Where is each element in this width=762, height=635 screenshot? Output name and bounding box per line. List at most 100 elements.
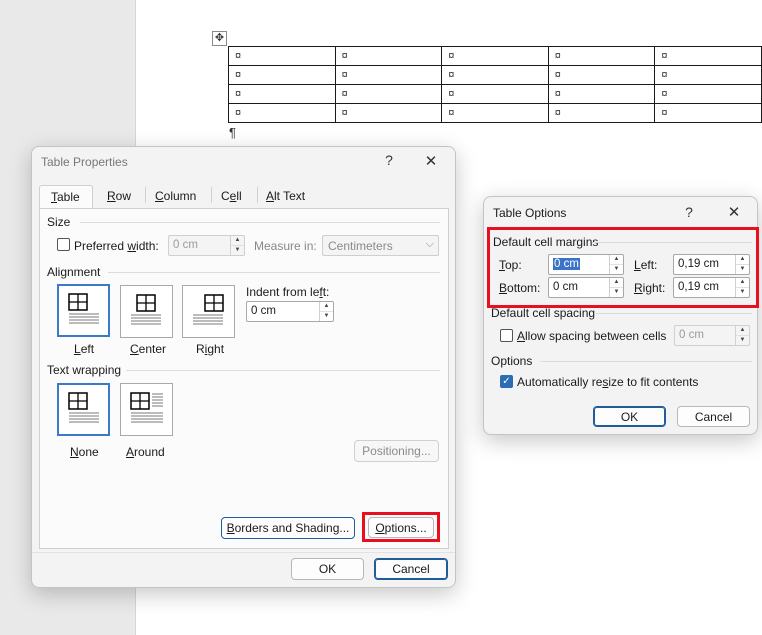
default-cell-spacing-label: Default cell spacing bbox=[491, 306, 596, 320]
top-margin-value: 0 cm bbox=[553, 258, 580, 270]
paragraph-mark: ¶ bbox=[229, 125, 236, 140]
table-cell[interactable]: ¤ bbox=[334, 46, 443, 66]
table-cell[interactable]: ¤ bbox=[547, 103, 656, 123]
table-cell[interactable]: ¤ bbox=[441, 103, 549, 123]
align-right-option[interactable] bbox=[182, 285, 235, 338]
table-move-handle-icon[interactable]: ✥ bbox=[212, 31, 227, 46]
spin-down-icon[interactable]: ▼ bbox=[736, 288, 749, 298]
ok-button[interactable]: OK bbox=[291, 558, 364, 580]
spin-down-icon[interactable]: ▼ bbox=[610, 288, 623, 298]
wrap-none-option[interactable] bbox=[57, 383, 110, 436]
measure-in-select[interactable]: Centimeters ⌵ bbox=[322, 235, 439, 256]
bottom-label: Bottom: bbox=[499, 281, 541, 295]
borders-and-shading-button[interactable]: Borders and Shading... bbox=[221, 517, 355, 539]
cancel-button[interactable]: Cancel bbox=[374, 558, 448, 580]
spin-up-icon[interactable]: ▲ bbox=[610, 278, 623, 288]
options-section-label: Options bbox=[491, 354, 533, 368]
tab-divider bbox=[145, 187, 146, 203]
spacing-value: 0 cm bbox=[679, 329, 704, 341]
spin-down-icon[interactable]: ▼ bbox=[736, 265, 749, 275]
tab-column[interactable]: Column bbox=[155, 189, 196, 203]
tab-divider bbox=[257, 187, 258, 203]
table-cell[interactable]: ¤ bbox=[654, 46, 762, 66]
spin-down-icon[interactable]: ▼ bbox=[320, 312, 333, 322]
align-left-option[interactable] bbox=[57, 284, 110, 337]
auto-resize-checkbox[interactable]: ✓ bbox=[500, 375, 513, 388]
table-options-dialog: Table Options ? ✕ Default cell margins T… bbox=[483, 196, 759, 435]
cell-spacing-separator bbox=[596, 313, 752, 314]
top-margin-spinner[interactable]: 0 cm ▲ ▼ bbox=[548, 254, 624, 275]
table-cell[interactable]: ¤ bbox=[441, 84, 549, 104]
alignment-section-label: Alignment bbox=[47, 265, 101, 279]
table-cell[interactable]: ¤ bbox=[547, 65, 656, 85]
tab-row[interactable]: Row bbox=[107, 189, 131, 203]
table-cell[interactable]: ¤ bbox=[654, 65, 762, 85]
spin-up-icon[interactable]: ▲ bbox=[320, 302, 333, 312]
table-cell[interactable]: ¤ bbox=[441, 46, 549, 66]
preferred-width-checkbox[interactable] bbox=[57, 238, 70, 251]
ok-button[interactable]: OK bbox=[593, 406, 666, 427]
options-separator bbox=[540, 361, 752, 362]
cell-margins-separator bbox=[592, 242, 752, 243]
cancel-button[interactable]: Cancel bbox=[677, 406, 750, 427]
indent-from-left-label: Indent from left: bbox=[246, 285, 330, 299]
size-section-label: Size bbox=[47, 215, 71, 229]
right-margin-spinner[interactable]: 0,19 cm ▲ ▼ bbox=[673, 277, 750, 298]
table-cell[interactable]: ¤ bbox=[334, 84, 443, 104]
tab-table[interactable]: Table bbox=[39, 185, 93, 209]
allow-spacing-label: Allow spacing between cells bbox=[517, 329, 667, 343]
preferred-width-spinner[interactable]: 0 cm ▲ ▼ bbox=[168, 235, 245, 256]
left-margin-value: 0,19 cm bbox=[678, 258, 719, 270]
positioning-button[interactable]: Positioning... bbox=[354, 440, 439, 462]
table-row: ¤ ¤ ¤ ¤ ¤ bbox=[228, 46, 762, 66]
wrap-around-icon bbox=[130, 392, 163, 423]
indent-from-left-spinner[interactable]: 0 cm ▲ ▼ bbox=[246, 301, 334, 322]
help-button[interactable]: ? bbox=[682, 204, 696, 220]
auto-resize-label: Automatically resize to fit contents bbox=[517, 375, 699, 389]
tab-alt-text[interactable]: Alt Text bbox=[266, 189, 305, 203]
close-icon[interactable]: ✕ bbox=[423, 152, 439, 170]
tab-cell[interactable]: Cell bbox=[221, 189, 242, 203]
spacing-spinner[interactable]: 0 cm ▲ ▼ bbox=[674, 325, 750, 346]
size-separator bbox=[80, 222, 440, 223]
tab-strip: Table Row Column Cell Alt Text bbox=[39, 185, 449, 209]
text-wrapping-separator bbox=[126, 370, 440, 371]
wrap-around-option[interactable] bbox=[120, 383, 173, 436]
table-cell[interactable]: ¤ bbox=[228, 46, 336, 66]
table-cell[interactable]: ¤ bbox=[654, 84, 762, 104]
spin-down-icon[interactable]: ▼ bbox=[736, 336, 749, 346]
align-center-label: Center bbox=[130, 342, 167, 356]
bottom-margin-spinner[interactable]: 0 cm ▲ ▼ bbox=[548, 277, 624, 298]
table-row: ¤ ¤ ¤ ¤ ¤ bbox=[228, 103, 762, 123]
table-cell[interactable]: ¤ bbox=[547, 84, 656, 104]
tab-panel bbox=[39, 208, 449, 549]
table-cell[interactable]: ¤ bbox=[228, 65, 336, 85]
table-cell[interactable]: ¤ bbox=[547, 46, 656, 66]
text-wrapping-section-label: Text wrapping bbox=[47, 363, 122, 377]
table-cell[interactable]: ¤ bbox=[334, 103, 443, 123]
table-cell[interactable]: ¤ bbox=[334, 65, 443, 85]
tab-table-label: Table bbox=[51, 190, 80, 204]
spin-up-icon[interactable]: ▲ bbox=[231, 236, 244, 246]
table-cell[interactable]: ¤ bbox=[441, 65, 549, 85]
bottom-margin-value: 0 cm bbox=[553, 281, 578, 293]
table-cell[interactable]: ¤ bbox=[654, 103, 762, 123]
options-button[interactable]: Options... bbox=[368, 517, 434, 538]
spin-up-icon[interactable]: ▲ bbox=[736, 326, 749, 336]
spin-up-icon[interactable]: ▲ bbox=[736, 255, 749, 265]
alignment-separator bbox=[108, 272, 440, 273]
help-button[interactable]: ? bbox=[382, 152, 396, 168]
close-icon[interactable]: ✕ bbox=[726, 203, 742, 221]
align-center-option[interactable] bbox=[120, 285, 173, 338]
allow-spacing-checkbox[interactable] bbox=[500, 329, 513, 342]
align-right-label: Right bbox=[196, 342, 225, 356]
spin-down-icon[interactable]: ▼ bbox=[610, 265, 623, 275]
table-cell[interactable]: ¤ bbox=[228, 84, 336, 104]
align-left-icon bbox=[68, 293, 99, 324]
table-cell[interactable]: ¤ bbox=[228, 103, 336, 123]
spin-up-icon[interactable]: ▲ bbox=[736, 278, 749, 288]
spin-up-icon[interactable]: ▲ bbox=[610, 255, 623, 265]
left-margin-spinner[interactable]: 0,19 cm ▲ ▼ bbox=[673, 254, 750, 275]
spin-down-icon[interactable]: ▼ bbox=[231, 246, 244, 256]
preferred-width-value: 0 cm bbox=[173, 239, 198, 251]
